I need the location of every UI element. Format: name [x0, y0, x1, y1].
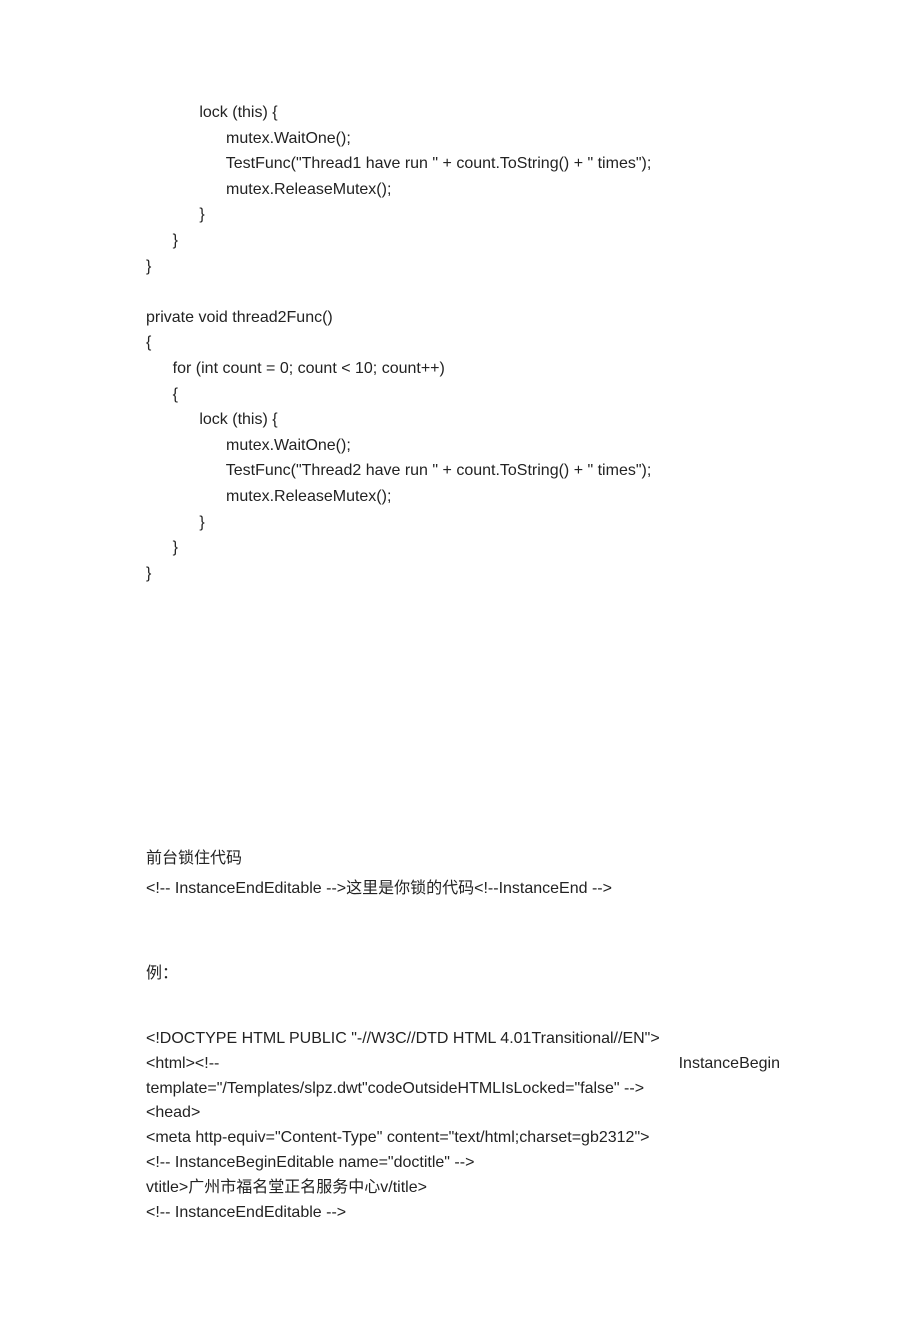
code-line: mutex.WaitOne(); — [146, 130, 351, 147]
csharp-code-block: lock (this) { mutex.WaitOne(); TestFunc(… — [146, 100, 780, 586]
code-line: } — [146, 565, 151, 582]
code-line: mutex.ReleaseMutex(); — [146, 181, 391, 198]
comment-suffix: <!--InstanceEnd --> — [474, 880, 612, 897]
code-line: private void thread2Func() — [146, 309, 333, 326]
code-line: { — [146, 334, 151, 351]
code-line: for (int count = 0; count < 10; count++) — [146, 360, 445, 377]
html-line: <head> — [146, 1101, 780, 1126]
code-line: } — [146, 232, 178, 249]
html-line-left: <html><!-- — [146, 1052, 219, 1077]
document-page: lock (this) { mutex.WaitOne(); TestFunc(… — [0, 0, 920, 1325]
code-line: { — [146, 386, 178, 403]
comment-prefix: <!-- InstanceEndEditable --> — [146, 880, 346, 897]
code-line: TestFunc("Thread1 have run " + count.ToS… — [146, 155, 651, 172]
html-line: <!DOCTYPE HTML PUBLIC "-//W3C//DTD HTML … — [146, 1027, 780, 1052]
html-line: template="/Templates/slpz.dwt"codeOutsid… — [146, 1077, 780, 1102]
code-line: mutex.WaitOne(); — [146, 437, 351, 454]
html-line-right: InstanceBegin — [679, 1052, 780, 1077]
html-example-block: <!DOCTYPE HTML PUBLIC "-//W3C//DTD HTML … — [146, 1027, 780, 1225]
code-line: } — [146, 206, 205, 223]
html-line: <meta http-equiv="Content-Type" content=… — [146, 1126, 780, 1151]
section-title: 前台锁住代码 — [146, 846, 780, 872]
html-line: <!-- InstanceEndEditable --> — [146, 1201, 780, 1226]
code-line: } — [146, 258, 151, 275]
code-line: mutex.ReleaseMutex(); — [146, 488, 391, 505]
example-label: 例： — [146, 961, 780, 987]
html-line: <html><!-- InstanceBegin — [146, 1052, 780, 1077]
code-line: } — [146, 514, 205, 531]
comment-mid: 这里是你锁的代码 — [346, 880, 474, 897]
code-line: lock (this) { — [146, 411, 278, 428]
code-line: } — [146, 539, 178, 556]
html-line: <!-- InstanceBeginEditable name="doctitl… — [146, 1151, 780, 1176]
lock-comment-line: <!-- InstanceEndEditable -->这里是你锁的代码<!--… — [146, 876, 780, 902]
code-line: lock (this) { — [146, 104, 278, 121]
html-line: vtitle>广州市福名堂正名服务中心v/title> — [146, 1176, 780, 1201]
code-line: TestFunc("Thread2 have run " + count.ToS… — [146, 462, 651, 479]
